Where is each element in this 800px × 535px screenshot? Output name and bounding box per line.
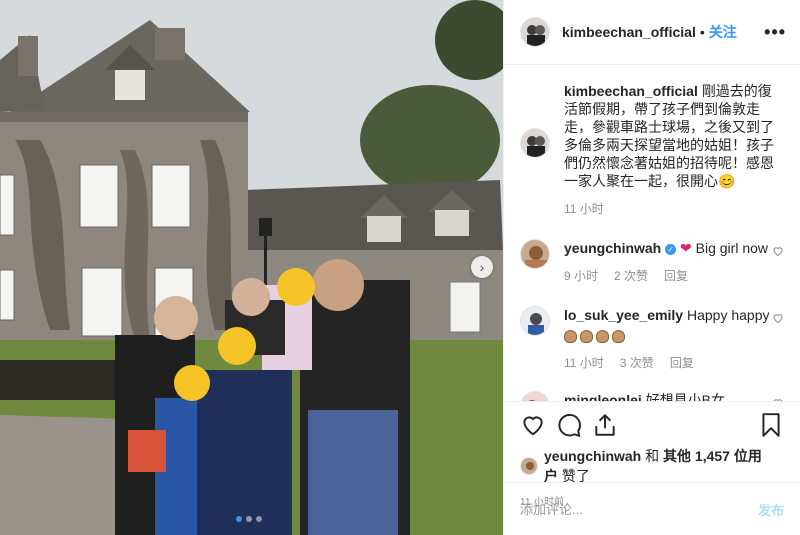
family-photo-image — [0, 0, 503, 535]
comment-username[interactable]: lo_suk_yee_emily — [564, 307, 683, 323]
red-heart-emoji: ❤ — [680, 240, 692, 256]
follow-button[interactable]: 关注 — [709, 22, 737, 42]
comment-time: 9 小时 — [564, 269, 599, 283]
comment-likes[interactable]: 2 次赞 — [614, 267, 648, 284]
comment-meta: 11 小时 3 次赞 回复 — [564, 354, 776, 371]
comment-like-heart-icon[interactable] — [772, 312, 784, 324]
commenter-avatar[interactable] — [520, 306, 550, 336]
caption-time: 11 小时 — [564, 202, 604, 216]
carousel-dot — [236, 516, 242, 522]
comment-item: lo_suk_yee_emily Happy happy 11 小时 3 次赞 … — [520, 306, 784, 371]
likes-summary: yeungchinwah 和 其他 1,457 位用户 赞了 — [520, 446, 784, 486]
heart-icon[interactable] — [520, 412, 546, 438]
clap-emoji — [564, 330, 577, 343]
post-side-panel: kimbeechan_official • 关注 ••• kimbeechan_… — [503, 0, 800, 535]
post-photo[interactable]: › — [0, 0, 503, 535]
comment-reply-button[interactable]: 回复 — [664, 267, 688, 284]
commenter-avatar[interactable] — [520, 391, 550, 401]
post-header: kimbeechan_official • 关注 ••• — [504, 0, 800, 65]
carousel-dot — [246, 516, 252, 522]
comment-username[interactable]: yeungchinwah — [564, 240, 661, 256]
clap-emoji — [612, 330, 625, 343]
clap-emoji — [596, 330, 609, 343]
comment-username[interactable]: mingleonlei — [564, 392, 642, 401]
author-username[interactable]: kimbeechan_official — [562, 24, 696, 40]
likes-and: 和 — [645, 448, 660, 464]
clap-emoji — [580, 330, 593, 343]
bookmark-icon[interactable] — [758, 412, 784, 438]
comment-text: Big girl now — [695, 240, 769, 256]
liker-username[interactable]: yeungchinwah — [544, 448, 641, 464]
commenter-avatar[interactable] — [520, 239, 550, 269]
post-caption: kimbeechan_official 剛過去的復活節假期，帶了孩子們到倫敦走走… — [520, 65, 784, 217]
clap-emojis — [564, 328, 776, 344]
separator: • — [699, 24, 705, 40]
liker-avatar[interactable] — [520, 457, 538, 475]
caption-meta: 11 小时 — [564, 200, 784, 217]
caption-avatar[interactable] — [520, 128, 550, 158]
comment-text: Happy happy — [686, 307, 770, 323]
comment-meta: 9 小时 2 次赞 回复 — [564, 267, 776, 284]
author-avatar[interactable] — [520, 17, 550, 47]
comment-like-heart-icon[interactable] — [772, 245, 784, 257]
caption-username[interactable]: kimbeechan_official — [564, 83, 698, 99]
carousel-next-button[interactable]: › — [471, 256, 493, 278]
carousel-indicator — [236, 516, 262, 522]
comment-reply-button[interactable]: 回复 — [670, 354, 694, 371]
comments-list[interactable]: kimbeechan_official 剛過去的復活節假期，帶了孩子們到倫敦走走… — [504, 65, 800, 401]
comment-input[interactable] — [520, 501, 758, 517]
comment-icon[interactable] — [556, 412, 582, 438]
share-icon[interactable] — [592, 412, 618, 438]
more-options-icon[interactable]: ••• — [764, 22, 786, 43]
add-comment-bar: 发布 — [504, 482, 800, 535]
verified-badge-icon: ✓ — [665, 244, 677, 255]
comment-time: 11 小时 — [564, 356, 604, 370]
post-comment-button[interactable]: 发布 — [758, 500, 784, 519]
smile-emoji: 😊 — [718, 173, 736, 189]
comment-item: yeungchinwah ✓ ❤ Big girl now 9 小时 2 次赞 … — [520, 239, 784, 284]
caption-text-block: kimbeechan_official 剛過去的復活節假期，帶了孩子們到倫敦走走… — [564, 82, 784, 190]
carousel-dot — [256, 516, 262, 522]
comment-likes[interactable]: 3 次赞 — [620, 354, 654, 371]
comment-text: 好想見小B女 — [645, 392, 726, 401]
action-icons — [520, 408, 784, 442]
comment-item: mingleonlei 好想見小B女 — [520, 391, 784, 401]
